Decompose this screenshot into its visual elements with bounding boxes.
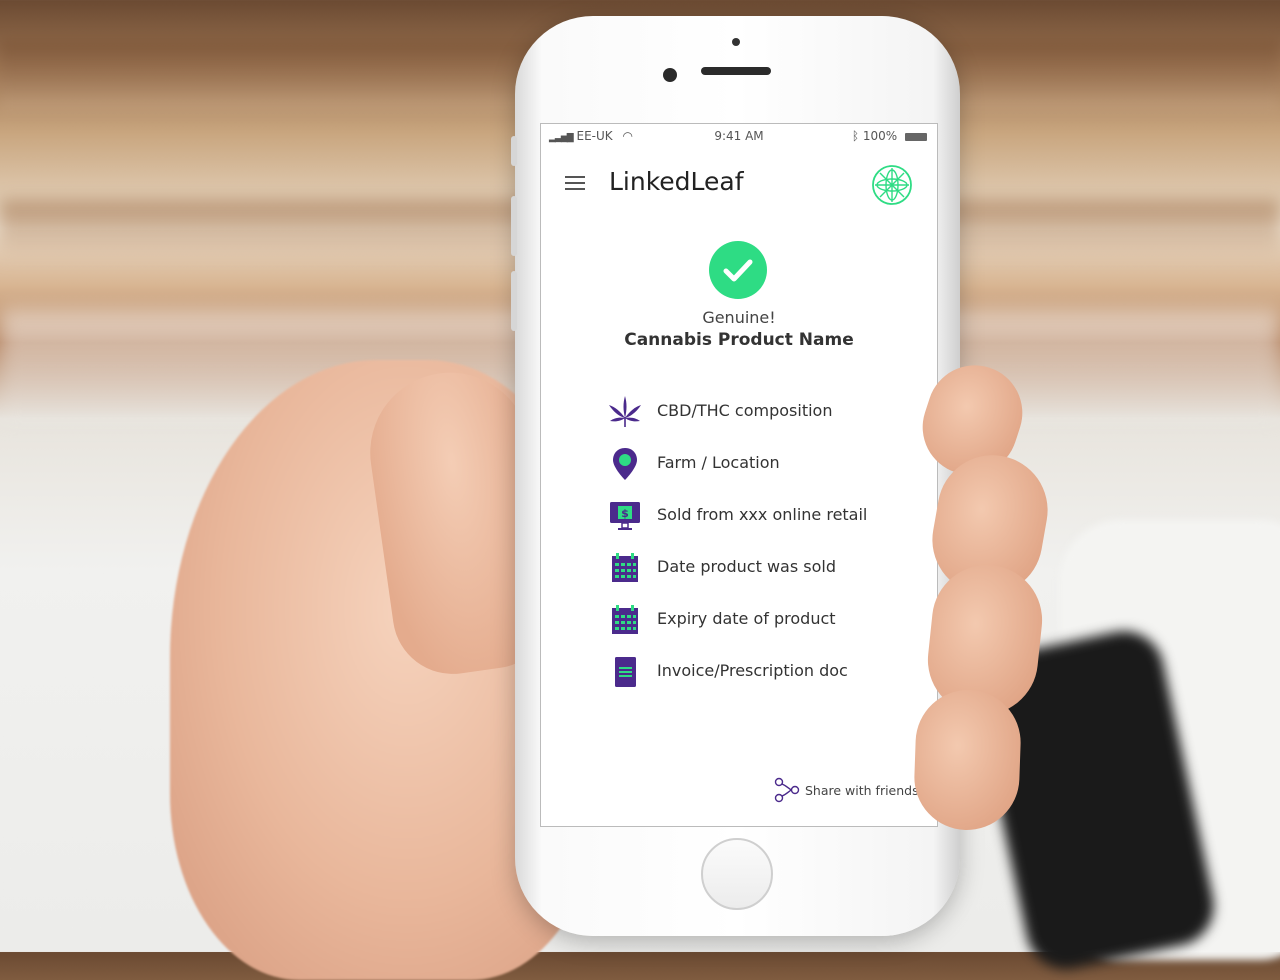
- app-bar: LinkedLeaf: [541, 158, 937, 214]
- front-camera: [663, 68, 677, 82]
- calendar-icon: [612, 553, 638, 582]
- verification-status: Genuine!: [702, 308, 776, 327]
- status-battery: ᛒ 100%: [852, 129, 927, 143]
- status-bar: ▂▃▅▇ EE-UK ◠ 9:41 AM ᛒ 100%: [541, 124, 937, 148]
- phone-screen: ▂▃▅▇ EE-UK ◠ 9:41 AM ᛒ 100% LinkedLeaf G…: [540, 123, 938, 827]
- info-item-expiry-date[interactable]: Expiry date of product: [607, 600, 927, 652]
- document-icon: [615, 657, 636, 687]
- app-title: LinkedLeaf: [609, 167, 744, 196]
- earpiece-speaker: [701, 67, 771, 75]
- share-icon: [774, 777, 800, 803]
- info-item-retail[interactable]: $ Sold from xxx online retail: [607, 496, 927, 548]
- svg-text:$: $: [621, 507, 629, 520]
- info-item-invoice[interactable]: Invoice/Prescription doc: [607, 652, 927, 704]
- volume-down-button: [511, 271, 517, 331]
- mute-switch: [511, 136, 517, 166]
- home-button[interactable]: [701, 838, 773, 910]
- phone-device: ▂▃▅▇ EE-UK ◠ 9:41 AM ᛒ 100% LinkedLeaf G…: [511, 16, 960, 936]
- info-item-location[interactable]: Farm / Location: [607, 444, 927, 496]
- info-item-sold-date[interactable]: Date product was sold: [607, 548, 927, 600]
- calendar-icon: [612, 605, 638, 634]
- location-pin-icon: [613, 448, 637, 480]
- app-logo-icon[interactable]: [871, 164, 913, 206]
- monitor-dollar-icon: $: [610, 502, 640, 530]
- volume-up-button: [511, 196, 517, 256]
- info-item-composition[interactable]: CBD/THC composition: [607, 392, 927, 444]
- bluetooth-icon: ᛒ: [851, 129, 860, 143]
- product-name: Cannabis Product Name: [624, 330, 854, 350]
- verified-check-icon: [709, 241, 767, 299]
- hamburger-menu-icon[interactable]: [565, 176, 585, 190]
- little-finger: [912, 688, 1023, 832]
- battery-icon: [905, 132, 927, 141]
- proximity-sensor: [732, 38, 740, 46]
- cannabis-leaf-icon: [609, 396, 641, 427]
- product-info-list: CBD/THC composition Farm / Location $ So…: [607, 392, 927, 704]
